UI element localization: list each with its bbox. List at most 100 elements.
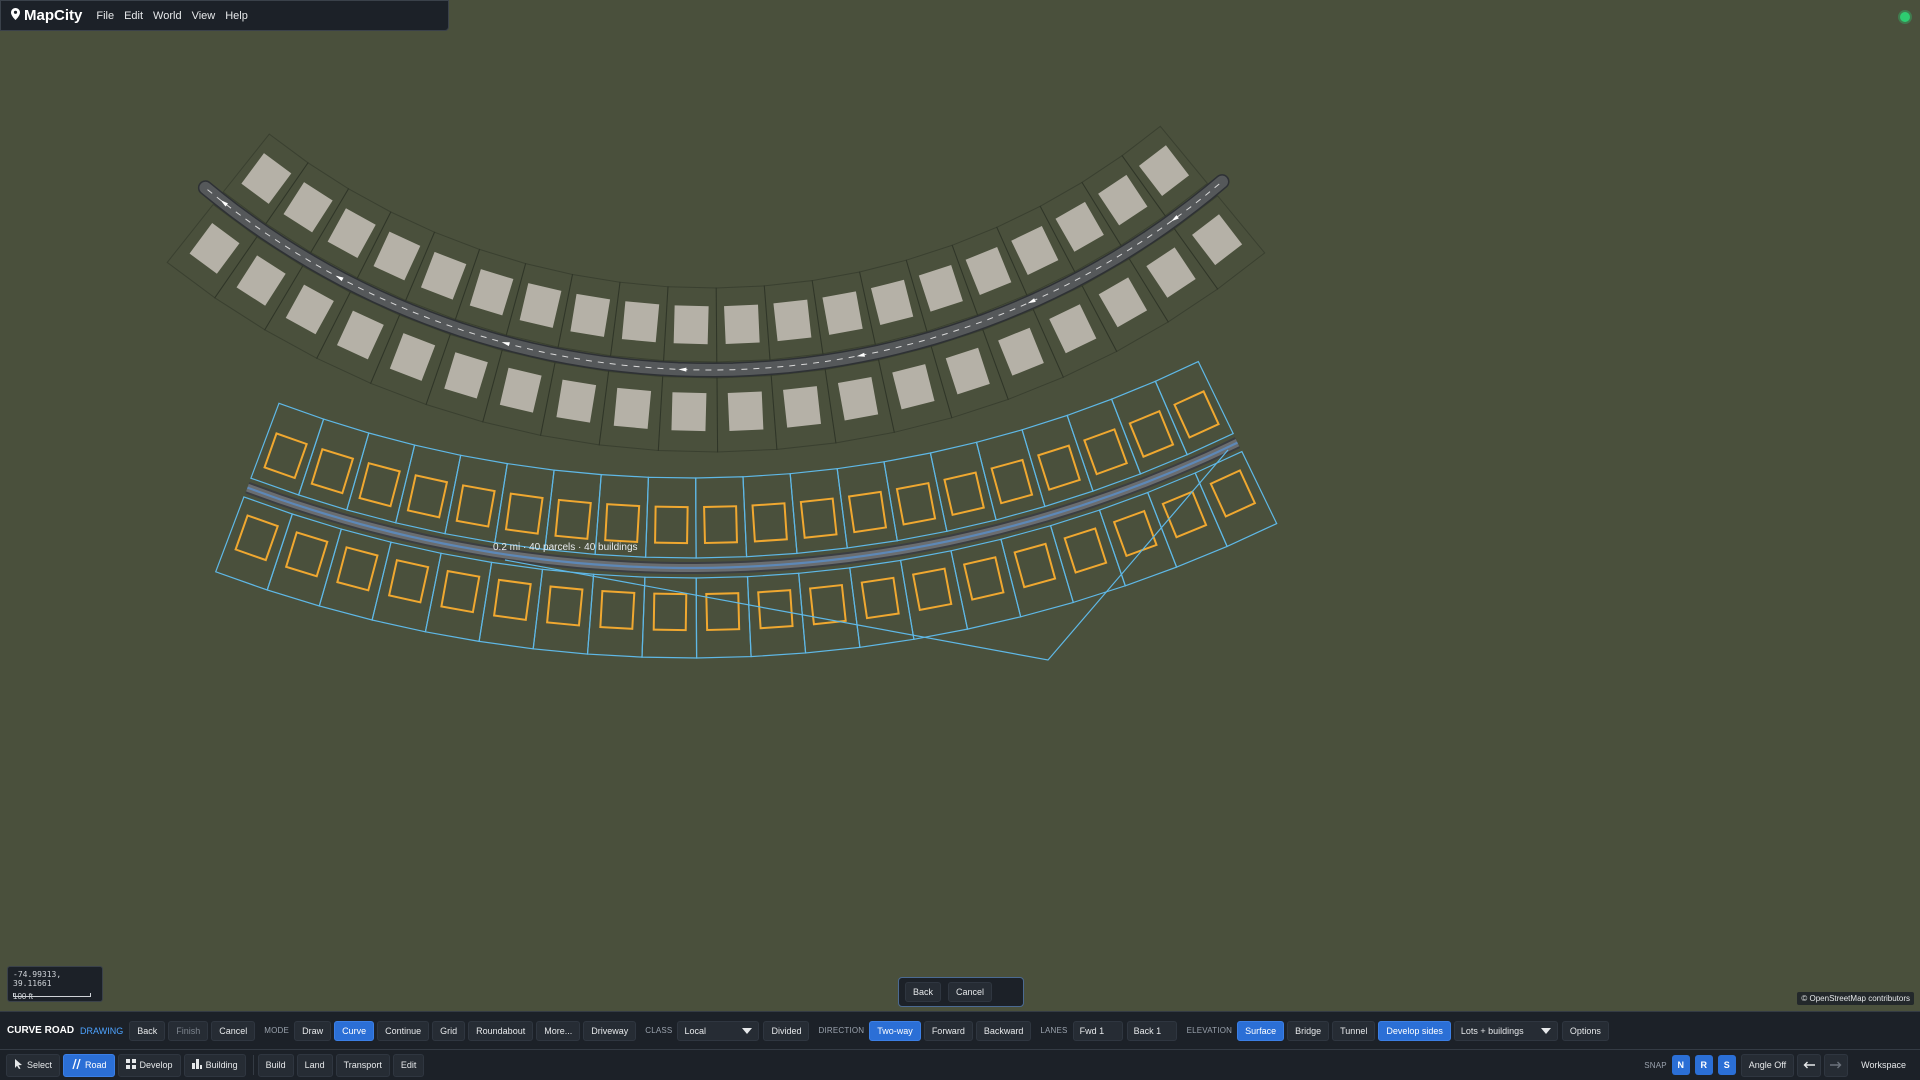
- map-canvas[interactable]: 0.2 mi · 40 parcels · 40 buildings: [0, 0, 1920, 1080]
- title-bar: MapCity File Edit World View Help: [0, 0, 449, 31]
- road-class-value: Local: [684, 1025, 706, 1036]
- mode-more-button[interactable]: More...: [536, 1020, 581, 1041]
- elevation-bridge-button[interactable]: Bridge: [1287, 1020, 1330, 1041]
- road-class-select[interactable]: Local: [677, 1020, 760, 1041]
- direction-two-way-button[interactable]: Two-way: [869, 1020, 921, 1041]
- preview-parcel: [975, 429, 1046, 521]
- undo-button[interactable]: [1797, 1053, 1822, 1077]
- map-attribution[interactable]: © OpenStreetMap contributors: [1797, 992, 1914, 1005]
- preview-parcel: [297, 418, 370, 511]
- coordinates-panel: -74.99313, 39.11661 100 ft: [7, 966, 103, 1002]
- elevation-surface-button[interactable]: Surface: [1237, 1020, 1285, 1041]
- road-tool-button[interactable]: Road: [63, 1053, 115, 1077]
- select-tool-button[interactable]: Select: [6, 1053, 61, 1077]
- preview-parcel: [318, 528, 392, 621]
- menu-world[interactable]: World: [153, 10, 182, 22]
- develop-type-select[interactable]: Lots + buildings: [1453, 1020, 1558, 1041]
- snap-controls: SNAP N R S Angle Off Workspace: [1638, 1053, 1920, 1077]
- edit-menu-button[interactable]: Edit: [392, 1053, 425, 1077]
- class-label: CLASS: [645, 1026, 673, 1035]
- existing-building: [870, 279, 914, 325]
- preview-building: [1161, 490, 1208, 539]
- existing-building: [236, 255, 286, 306]
- preview-parcel: [214, 496, 294, 591]
- options-button[interactable]: Options: [1561, 1020, 1609, 1041]
- lanes-label: LANES: [1040, 1026, 1068, 1035]
- preview-building: [554, 498, 592, 540]
- mode-continue-button[interactable]: Continue: [377, 1020, 430, 1041]
- preview-parcel: [849, 559, 915, 648]
- build-menu-button[interactable]: Build: [257, 1053, 294, 1077]
- snap-r-toggle[interactable]: R: [1694, 1055, 1713, 1075]
- existing-building: [285, 284, 334, 335]
- existing-building: [1049, 304, 1097, 354]
- menu-view[interactable]: View: [192, 10, 216, 22]
- preview-parcel: [394, 444, 462, 535]
- existing-building: [283, 182, 333, 233]
- existing-building: [519, 283, 562, 328]
- chevron-down-icon: [1540, 1027, 1551, 1034]
- mode-draw-button[interactable]: Draw: [294, 1020, 332, 1041]
- snap-s-toggle[interactable]: S: [1717, 1055, 1736, 1075]
- existing-building: [837, 376, 879, 421]
- direction-backward-button[interactable]: Backward: [975, 1020, 1032, 1041]
- tool-state: DRAWING: [80, 1025, 124, 1036]
- preview-parcel: [746, 572, 807, 658]
- preview-building: [652, 592, 688, 632]
- coordinates-readout: -74.99313, 39.11661: [13, 970, 62, 988]
- preview-building: [911, 567, 953, 612]
- menu-file[interactable]: File: [96, 10, 114, 22]
- existing-building: [892, 364, 935, 410]
- back-button[interactable]: Back: [129, 1020, 166, 1041]
- building-tool-button[interactable]: Building: [183, 1053, 246, 1077]
- menu-help[interactable]: Help: [225, 10, 248, 22]
- drawing-floating-controls: Back Cancel: [898, 977, 1024, 1007]
- existing-building: [189, 223, 240, 274]
- direction-label: DIRECTION: [818, 1026, 865, 1035]
- existing-building: [1055, 201, 1104, 252]
- arrow-right-icon: [1830, 1056, 1842, 1074]
- preview-building: [234, 514, 280, 562]
- preview-building: [799, 497, 838, 539]
- existing-building: [724, 304, 760, 345]
- redo-button[interactable]: [1824, 1053, 1849, 1077]
- lanes-back-input[interactable]: Back 1: [1126, 1020, 1177, 1041]
- floating-back-button[interactable]: Back: [905, 982, 942, 1002]
- finish-button[interactable]: Finish: [168, 1020, 209, 1041]
- develop-sides-toggle[interactable]: Develop sides: [1378, 1020, 1451, 1041]
- existing-building: [1098, 277, 1148, 328]
- preview-building: [847, 490, 888, 534]
- elevation-tunnel-button[interactable]: Tunnel: [1332, 1020, 1376, 1041]
- mode-grid-button[interactable]: Grid: [432, 1020, 466, 1041]
- preview-building: [1209, 469, 1257, 518]
- floating-cancel-button[interactable]: Cancel: [948, 982, 993, 1002]
- mode-roundabout-button[interactable]: Roundabout: [468, 1020, 534, 1041]
- preview-parcel: [950, 538, 1022, 630]
- mode-driveway-button[interactable]: Driveway: [583, 1020, 637, 1041]
- menu-bar: File Edit World View Help: [96, 10, 248, 22]
- angle-snap-button[interactable]: Angle Off: [1740, 1053, 1795, 1077]
- app-brand[interactable]: MapCity: [11, 7, 82, 25]
- preview-parcel: [494, 462, 555, 551]
- mode-curve-button[interactable]: Curve: [334, 1020, 375, 1041]
- preview-building: [1037, 444, 1081, 491]
- workspace-button[interactable]: Workspace: [1861, 1060, 1906, 1070]
- land-menu-button[interactable]: Land: [296, 1053, 333, 1077]
- develop-tool-button[interactable]: Develop: [117, 1053, 181, 1077]
- divided-toggle[interactable]: Divided: [763, 1020, 810, 1041]
- preview-building: [336, 546, 379, 592]
- transport-menu-button[interactable]: Transport: [335, 1053, 390, 1077]
- cancel-button[interactable]: Cancel: [211, 1020, 256, 1041]
- preview-building: [943, 471, 985, 516]
- existing-building: [469, 269, 514, 316]
- develop-type-value: Lots + buildings: [1460, 1025, 1524, 1036]
- preview-building: [1013, 542, 1057, 589]
- preview-building: [546, 585, 584, 627]
- lanes-forward-input[interactable]: Fwd 1: [1072, 1020, 1123, 1041]
- existing-building: [822, 291, 863, 335]
- existing-building: [327, 208, 376, 258]
- menu-edit[interactable]: Edit: [124, 10, 143, 22]
- direction-forward-button[interactable]: Forward: [923, 1020, 973, 1041]
- snap-n-toggle[interactable]: N: [1671, 1055, 1690, 1075]
- preview-building: [263, 432, 308, 480]
